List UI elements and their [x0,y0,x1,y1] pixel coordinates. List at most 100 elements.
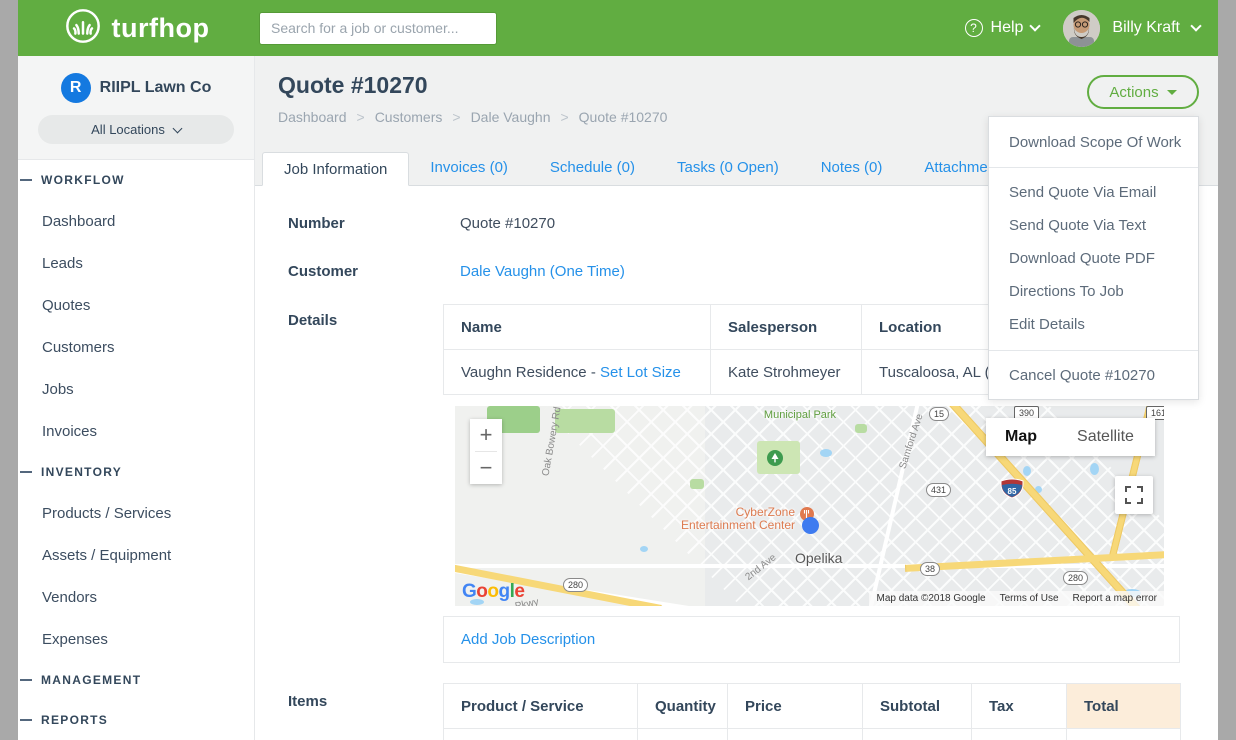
job-location-marker [802,517,819,534]
breadcrumb-separator: > [357,109,365,125]
chevron-down-icon [172,123,182,133]
sidebar-item-dashboard[interactable]: Dashboard [18,200,254,242]
search-input[interactable] [259,12,497,45]
turfhop-grass-icon [64,7,102,50]
brand-name: turfhop [112,13,210,44]
section-reports[interactable]: REPORTS [18,700,254,740]
map-type-control: Map Satellite [986,418,1155,456]
customer-value: Dale Vaughn (One Time) [443,263,625,280]
col-tax: Tax [972,684,1067,729]
sidebar-item-leads[interactable]: Leads [18,242,254,284]
items-row: Items Product / Service Quantity Price S… [288,683,1218,740]
tab-schedule[interactable]: Schedule (0) [529,151,656,185]
map-view-button[interactable]: Map [986,418,1056,456]
sidebar-item-expenses[interactable]: Expenses [18,618,254,660]
sidebar-company-block: R RIIPL Lawn Co All Locations [18,56,254,160]
map-park-area [555,409,615,433]
tab-job-information[interactable]: Job Information [262,152,409,186]
col-subtotal: Subtotal [863,684,972,729]
zoom-in-button[interactable]: + [470,419,502,451]
set-lot-size-link[interactable]: Set Lot Size [600,364,681,381]
map-water [1023,466,1031,476]
menu-group: Send Quote Via Email Send Quote Via Text… [989,168,1198,350]
section-dashes [20,471,32,473]
sidebar-item-quotes[interactable]: Quotes [18,284,254,326]
terms-of-use-link[interactable]: Terms of Use [993,593,1066,604]
items-table: Product / Service Quantity Price Subtota… [443,683,1181,740]
add-job-description-link[interactable]: Add Job Description [461,631,595,648]
company: R RIIPL Lawn Co [18,56,254,103]
actions-button[interactable]: Actions [1087,75,1199,109]
cell [444,729,638,740]
locations-label: All Locations [91,122,165,137]
cell [1067,729,1181,740]
customer-type-link[interactable]: (One Time) [550,263,625,280]
map-water [640,546,648,552]
google-logo[interactable]: Google [462,581,524,603]
caret-down-icon [1167,90,1177,95]
park-tree-icon [767,450,783,471]
company-logo-badge: R [61,73,91,103]
chevron-down-icon [1190,20,1201,31]
user-avatar [1063,10,1100,47]
menu-item-cancel-quote[interactable]: Cancel Quote #10270 [989,350,1198,399]
sidebar-item-vendors[interactable]: Vendors [18,576,254,618]
top-bar: turfhop ? Help [18,0,1218,56]
actions-dropdown-menu: Download Scope Of Work Send Quote Via Em… [988,116,1199,400]
menu-item-download-quote-pdf[interactable]: Download Quote PDF [989,242,1198,275]
section-inventory: INVENTORY [18,452,254,492]
sidebar: R RIIPL Lawn Co All Locations WORKFLOW D… [18,56,255,740]
job-location-map[interactable]: Municipal Park CyberZone Entertainment C… [455,406,1164,606]
help-menu[interactable]: ? Help [965,19,1040,37]
breadcrumb-current: Quote #10270 [579,109,668,125]
cell [972,729,1067,740]
menu-item-send-quote-email[interactable]: Send Quote Via Email [989,176,1198,209]
brand-logo[interactable]: turfhop [18,7,255,50]
tab-tasks[interactable]: Tasks (0 Open) [656,151,800,185]
spacer [288,406,455,606]
cell-name: Vaughn Residence - Set Lot Size [444,350,711,395]
interstate-85-shield: 85 [1000,478,1024,504]
route-shield-431: 431 [926,483,951,497]
help-icon: ? [965,19,983,37]
sidebar-nav: WORKFLOW Dashboard Leads Quotes Customer… [18,160,254,740]
menu-item-download-scope[interactable]: Download Scope Of Work [989,117,1198,168]
satellite-view-button[interactable]: Satellite [1056,418,1155,456]
menu-item-edit-details[interactable]: Edit Details [989,308,1198,341]
map-zoom-control: + − [470,419,502,484]
zoom-out-button[interactable]: − [470,452,502,484]
sidebar-item-customers[interactable]: Customers [18,326,254,368]
sidebar-item-products-services[interactable]: Products / Services [18,492,254,534]
items-empty-row [444,729,1181,740]
cell-salesperson: Kate Strohmeyer [711,350,862,395]
items-header-row: Product / Service Quantity Price Subtota… [444,684,1181,729]
map-row: Municipal Park CyberZone Entertainment C… [288,406,1218,606]
sidebar-item-jobs[interactable]: Jobs [18,368,254,410]
route-shield-280-east: 280 [1063,571,1088,585]
map-attribution: Map data ©2018 Google Terms of Use Repor… [869,591,1164,606]
section-management[interactable]: MANAGEMENT [18,660,254,700]
tab-invoices[interactable]: Invoices (0) [409,151,529,185]
global-search [259,12,497,45]
municipal-park-label: Municipal Park [755,409,845,422]
locations-dropdown[interactable]: All Locations [38,115,234,144]
col-product-service: Product / Service [444,684,638,729]
section-dashes [20,719,32,721]
breadcrumb-customers[interactable]: Customers [375,109,443,125]
help-label: Help [991,19,1024,37]
col-total: Total [1067,684,1181,729]
sidebar-item-invoices[interactable]: Invoices [18,410,254,452]
breadcrumb-dashboard[interactable]: Dashboard [278,109,347,125]
sidebar-item-assets-equipment[interactable]: Assets / Equipment [18,534,254,576]
menu-item-directions-to-job[interactable]: Directions To Job [989,275,1198,308]
fullscreen-button[interactable] [1115,476,1153,514]
main-content: Quote #10270 Dashboard > Customers > Dal… [255,56,1218,740]
report-map-error-link[interactable]: Report a map error [1066,593,1164,604]
user-menu[interactable]: Billy Kraft [1063,10,1200,47]
breadcrumb-customer[interactable]: Dale Vaughn [471,109,551,125]
tab-notes[interactable]: Notes (0) [800,151,904,185]
section-dashes [20,679,32,681]
cell [863,729,972,740]
customer-link[interactable]: Dale Vaughn [460,263,546,280]
menu-item-send-quote-text[interactable]: Send Quote Via Text [989,209,1198,242]
